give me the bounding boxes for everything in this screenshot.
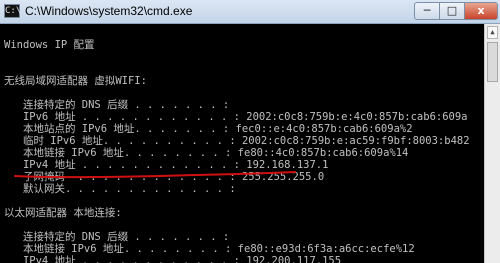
console-line: 默认网关. . . . . . . . . . . . . : [4, 183, 236, 195]
red-underline-annotation [14, 171, 296, 179]
console-line: 本地链接 IPv6 地址. . . . . . . . : fe80::e93d… [4, 243, 415, 255]
console-line: Windows IP 配置 [4, 39, 95, 51]
close-button[interactable]: x [464, 2, 498, 20]
window-title: C:\Windows\system32\cmd.exe [25, 4, 193, 18]
minimize-button[interactable]: ─ [414, 2, 440, 20]
vertical-scrollbar[interactable]: ▲ [484, 24, 500, 263]
console-line: IPv4 地址 . . . . . . . . . . . . : 192.20… [4, 255, 342, 263]
console-line: 本地链接 IPv6 地址. . . . . . . . : fe80::4c0:… [4, 147, 409, 159]
cmd-window: C:\ C:\Windows\system32\cmd.exe ─ □ x Wi… [0, 0, 500, 263]
scroll-thumb[interactable] [487, 42, 498, 82]
console-line: 临时 IPv6 地址. . . . . . . . . . : 2002:c0c… [4, 135, 470, 147]
cmd-app-icon[interactable]: C:\ [4, 4, 21, 18]
maximize-button[interactable]: □ [439, 2, 465, 20]
console-line: 连接特定的 DNS 后缀 . . . . . . . : [4, 231, 230, 243]
console-line: IPv6 地址 . . . . . . . . . . . . : 2002:c… [4, 111, 468, 123]
console-line: 以太网适配器 本地连接: [4, 207, 122, 219]
console-line: 连接特定的 DNS 后缀 . . . . . . . : [4, 99, 230, 111]
console-line: 本地站点的 IPv6 地址. . . . . . . : fec0::e:4c0… [4, 123, 413, 135]
console-line: IPv4 地址 . . . . . . . . . . . . : 192.16… [4, 159, 329, 171]
scroll-up-arrow-icon[interactable]: ▲ [487, 26, 498, 39]
console-output[interactable]: Windows IP 配置 无线局域网适配器 虚拟WIFI: 连接特定的 DNS… [0, 24, 484, 263]
title-bar[interactable]: C:\ C:\Windows\system32\cmd.exe ─ □ x [0, 0, 500, 24]
console-line: 无线局域网适配器 虚拟WIFI: [4, 75, 147, 87]
